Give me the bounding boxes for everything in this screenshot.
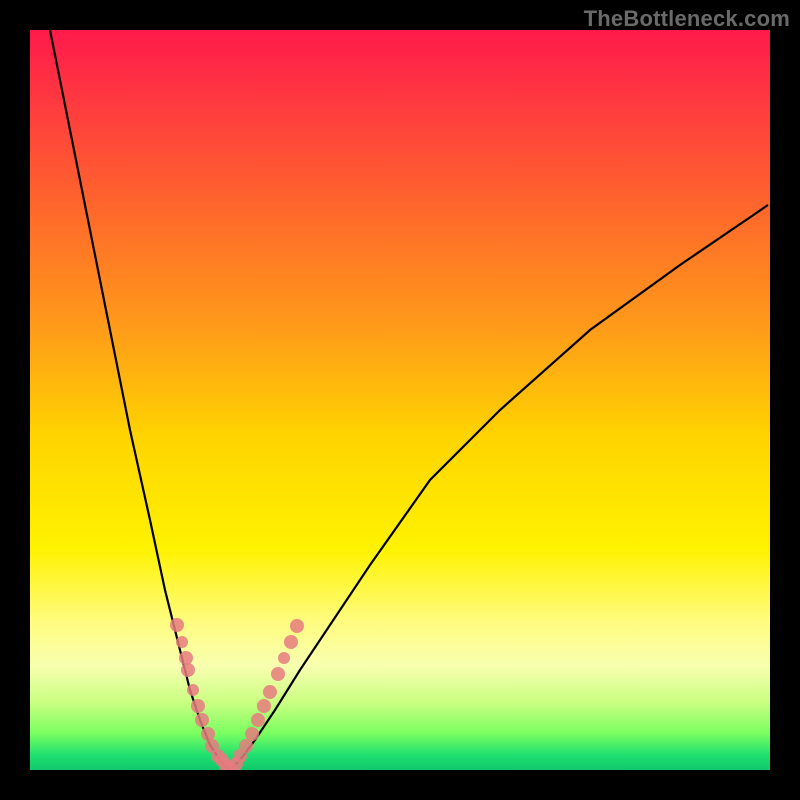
marker-dot <box>271 667 285 681</box>
marker-dot <box>170 618 184 632</box>
marker-dot <box>187 684 199 696</box>
marker-dot <box>284 635 298 649</box>
marker-dot <box>263 685 277 699</box>
marker-dot <box>257 699 271 713</box>
marker-dot <box>290 619 304 633</box>
marker-dot <box>179 651 193 665</box>
chart-svg <box>30 30 770 770</box>
frame: TheBottleneck.com <box>0 0 800 800</box>
marker-dot <box>278 652 290 664</box>
marker-dot <box>239 739 253 753</box>
marker-dot <box>176 636 188 648</box>
marker-dot <box>201 727 215 741</box>
marker-dot <box>181 663 195 677</box>
plot-area <box>30 30 770 770</box>
marker-dot <box>195 713 209 727</box>
marker-dot <box>191 699 205 713</box>
marker-dot <box>251 713 265 727</box>
marker-dot <box>245 727 259 741</box>
bottleneck-curve <box>50 30 768 770</box>
watermark-text: TheBottleneck.com <box>584 6 790 32</box>
